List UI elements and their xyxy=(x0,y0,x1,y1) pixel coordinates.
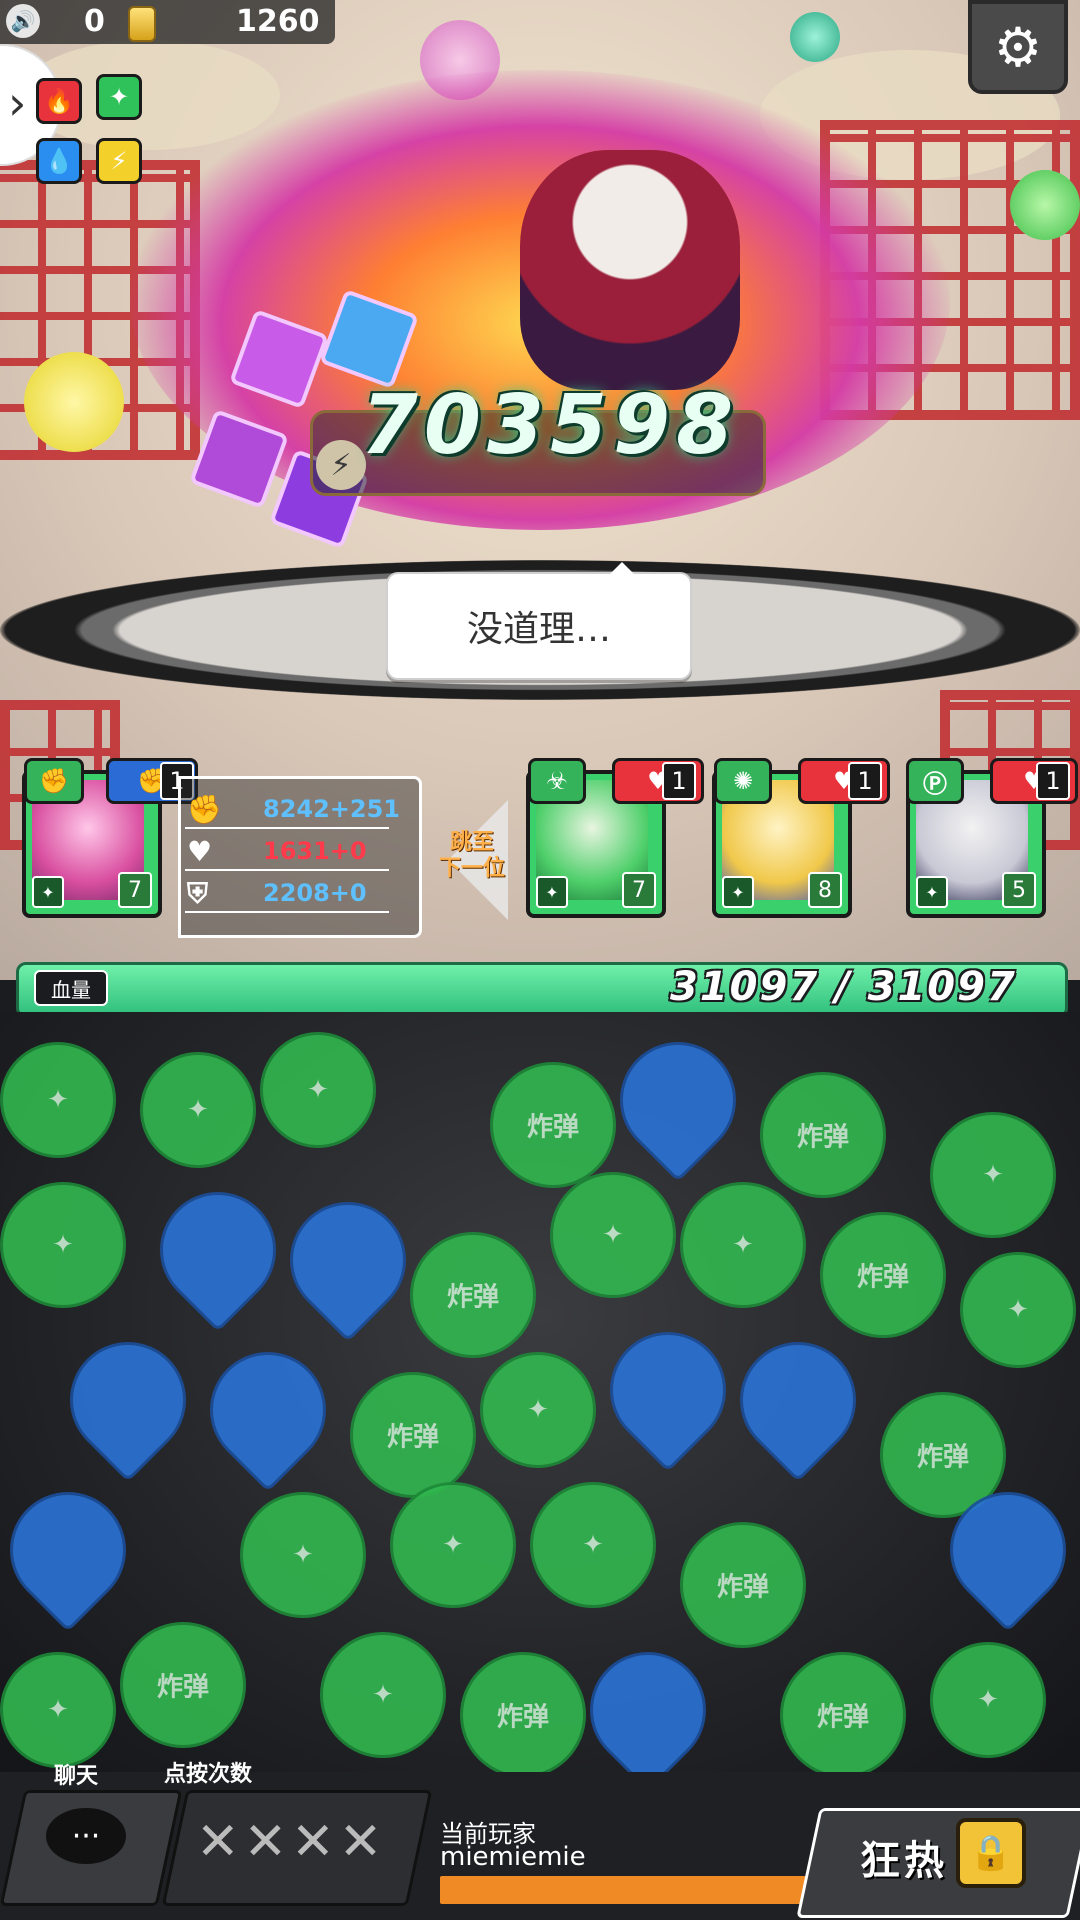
balloon-green xyxy=(1010,170,1080,240)
buff-count: 1 xyxy=(662,762,696,800)
wood-marble: ✦ xyxy=(0,1042,116,1158)
wood-marble: ✦ xyxy=(550,1172,676,1298)
current-player-name: miemiemie xyxy=(440,1842,586,1872)
level-badge: 8 xyxy=(808,872,842,908)
burst-icon: ✺ xyxy=(714,758,772,804)
level-badge: 7 xyxy=(118,872,152,908)
wood-marble: ✦ xyxy=(930,1642,1046,1758)
bomb-marble: 炸弹 xyxy=(460,1652,586,1772)
balloon-teal xyxy=(790,12,840,62)
wood-icon: ✦ xyxy=(96,74,142,120)
water-marble xyxy=(565,1627,731,1772)
wood-icon: ✦ xyxy=(722,876,754,908)
wood-marble: ✦ xyxy=(680,1182,806,1308)
wood-icon: ✦ xyxy=(536,876,568,908)
chevron-right-icon[interactable]: › xyxy=(8,76,26,130)
hp-value: 31097 / 31097 xyxy=(670,964,1017,1010)
wood-marble: ✦ xyxy=(390,1482,516,1608)
defense-stat: ⛨ 2208+0 xyxy=(181,873,419,913)
bomb-marble: 炸弹 xyxy=(680,1522,806,1648)
wood-marble: ✦ xyxy=(260,1032,376,1148)
fire-icon: 🔥 xyxy=(36,78,82,124)
coin-icon xyxy=(128,6,156,42)
fist-icon: ✊ xyxy=(187,793,222,826)
buff-count: 1 xyxy=(848,762,882,800)
thunder-icon: ⚡ xyxy=(96,138,142,184)
wood-marble: ✦ xyxy=(320,1632,446,1758)
bomb-marble: 炸弹 xyxy=(120,1622,246,1748)
water-marble xyxy=(45,1317,211,1483)
balloon-yellow xyxy=(24,352,124,452)
gear-icon: ⚙ xyxy=(993,15,1043,79)
wood-icon: ✦ xyxy=(32,876,64,908)
wood-marble: ✦ xyxy=(480,1352,596,1468)
turn-progress-bar xyxy=(440,1876,840,1904)
skip-to-next-button[interactable]: 跳至 下一位 xyxy=(432,830,512,882)
coin-count: 0 xyxy=(84,4,105,39)
bomb-marble: 炸弹 xyxy=(490,1062,616,1188)
speaker-icon[interactable]: 🔊 xyxy=(6,4,40,38)
attack-stat: ✊ 8242+251 xyxy=(181,789,419,829)
hero-character xyxy=(520,150,740,390)
water-marble xyxy=(595,1017,761,1183)
water-marble xyxy=(585,1307,751,1473)
attack-up-icon: ✊ xyxy=(24,758,84,804)
tap-count-label: 点按次数 xyxy=(164,1762,253,1787)
bomb-marble: 炸弹 xyxy=(780,1652,906,1772)
chat-bubble-icon[interactable]: ··· xyxy=(46,1808,126,1864)
level-badge: 5 xyxy=(1002,872,1036,908)
wood-marble: ✦ xyxy=(0,1652,116,1768)
tap-count-value: ✕✕✕✕ xyxy=(196,1812,387,1872)
water-marble xyxy=(715,1317,881,1483)
water-marble xyxy=(265,1177,431,1343)
chat-label: 聊天 xyxy=(54,1764,99,1789)
wood-marble: ✦ xyxy=(930,1112,1056,1238)
hp-stat: ♥ 1631+0 xyxy=(181,831,419,871)
level-badge: 7 xyxy=(622,872,656,908)
gold-count: 1260 xyxy=(236,4,320,39)
water-icon: 💧 xyxy=(36,138,82,184)
power-icon: Ⓟ xyxy=(906,758,964,804)
wood-marble: ✦ xyxy=(530,1482,656,1608)
bomb-marble: 炸弹 xyxy=(760,1072,886,1198)
wood-marble: ✦ xyxy=(240,1492,366,1618)
wood-marble: ✦ xyxy=(960,1252,1076,1368)
buff-count: 1 xyxy=(1036,762,1070,800)
bomb-marble: 炸弹 xyxy=(410,1232,536,1358)
bomb-marble: 炸弹 xyxy=(820,1212,946,1338)
frenzy-label: 狂热 xyxy=(860,1838,948,1884)
wood-icon: ✦ xyxy=(916,876,948,908)
hp-label: 血量 xyxy=(34,970,108,1006)
lock-icon: 🔒 xyxy=(956,1818,1026,1888)
poison-icon: ☣ xyxy=(528,758,586,804)
leader-stats-panel: ✊ 8242+251 ♥ 1631+0 ⛨ 2208+0 xyxy=(178,776,422,938)
water-marble xyxy=(185,1327,351,1493)
damage-number: 703598 xyxy=(360,377,740,473)
water-marble xyxy=(135,1167,301,1333)
speech-bubble: 没道理… xyxy=(386,562,692,680)
heart-icon: ♥ xyxy=(187,835,213,868)
currency-bar: 🔊 0 1260 xyxy=(0,0,335,44)
wood-marble: ✦ xyxy=(140,1052,256,1168)
wood-marble: ✦ xyxy=(0,1182,126,1308)
marble-pit[interactable]: ✦ ✦ ✦ 炸弹 炸弹 ✦ ✦ 炸弹 ✦ ✦ 炸弹 ✦ 炸弹 ✦ 炸弹 ✦ ✦ … xyxy=(0,1012,1080,1772)
bomb-marble: 炸弹 xyxy=(350,1372,476,1498)
water-marble xyxy=(0,1467,151,1633)
shield-icon: ⛨ xyxy=(187,877,209,910)
settings-button[interactable]: ⚙ xyxy=(968,0,1068,94)
